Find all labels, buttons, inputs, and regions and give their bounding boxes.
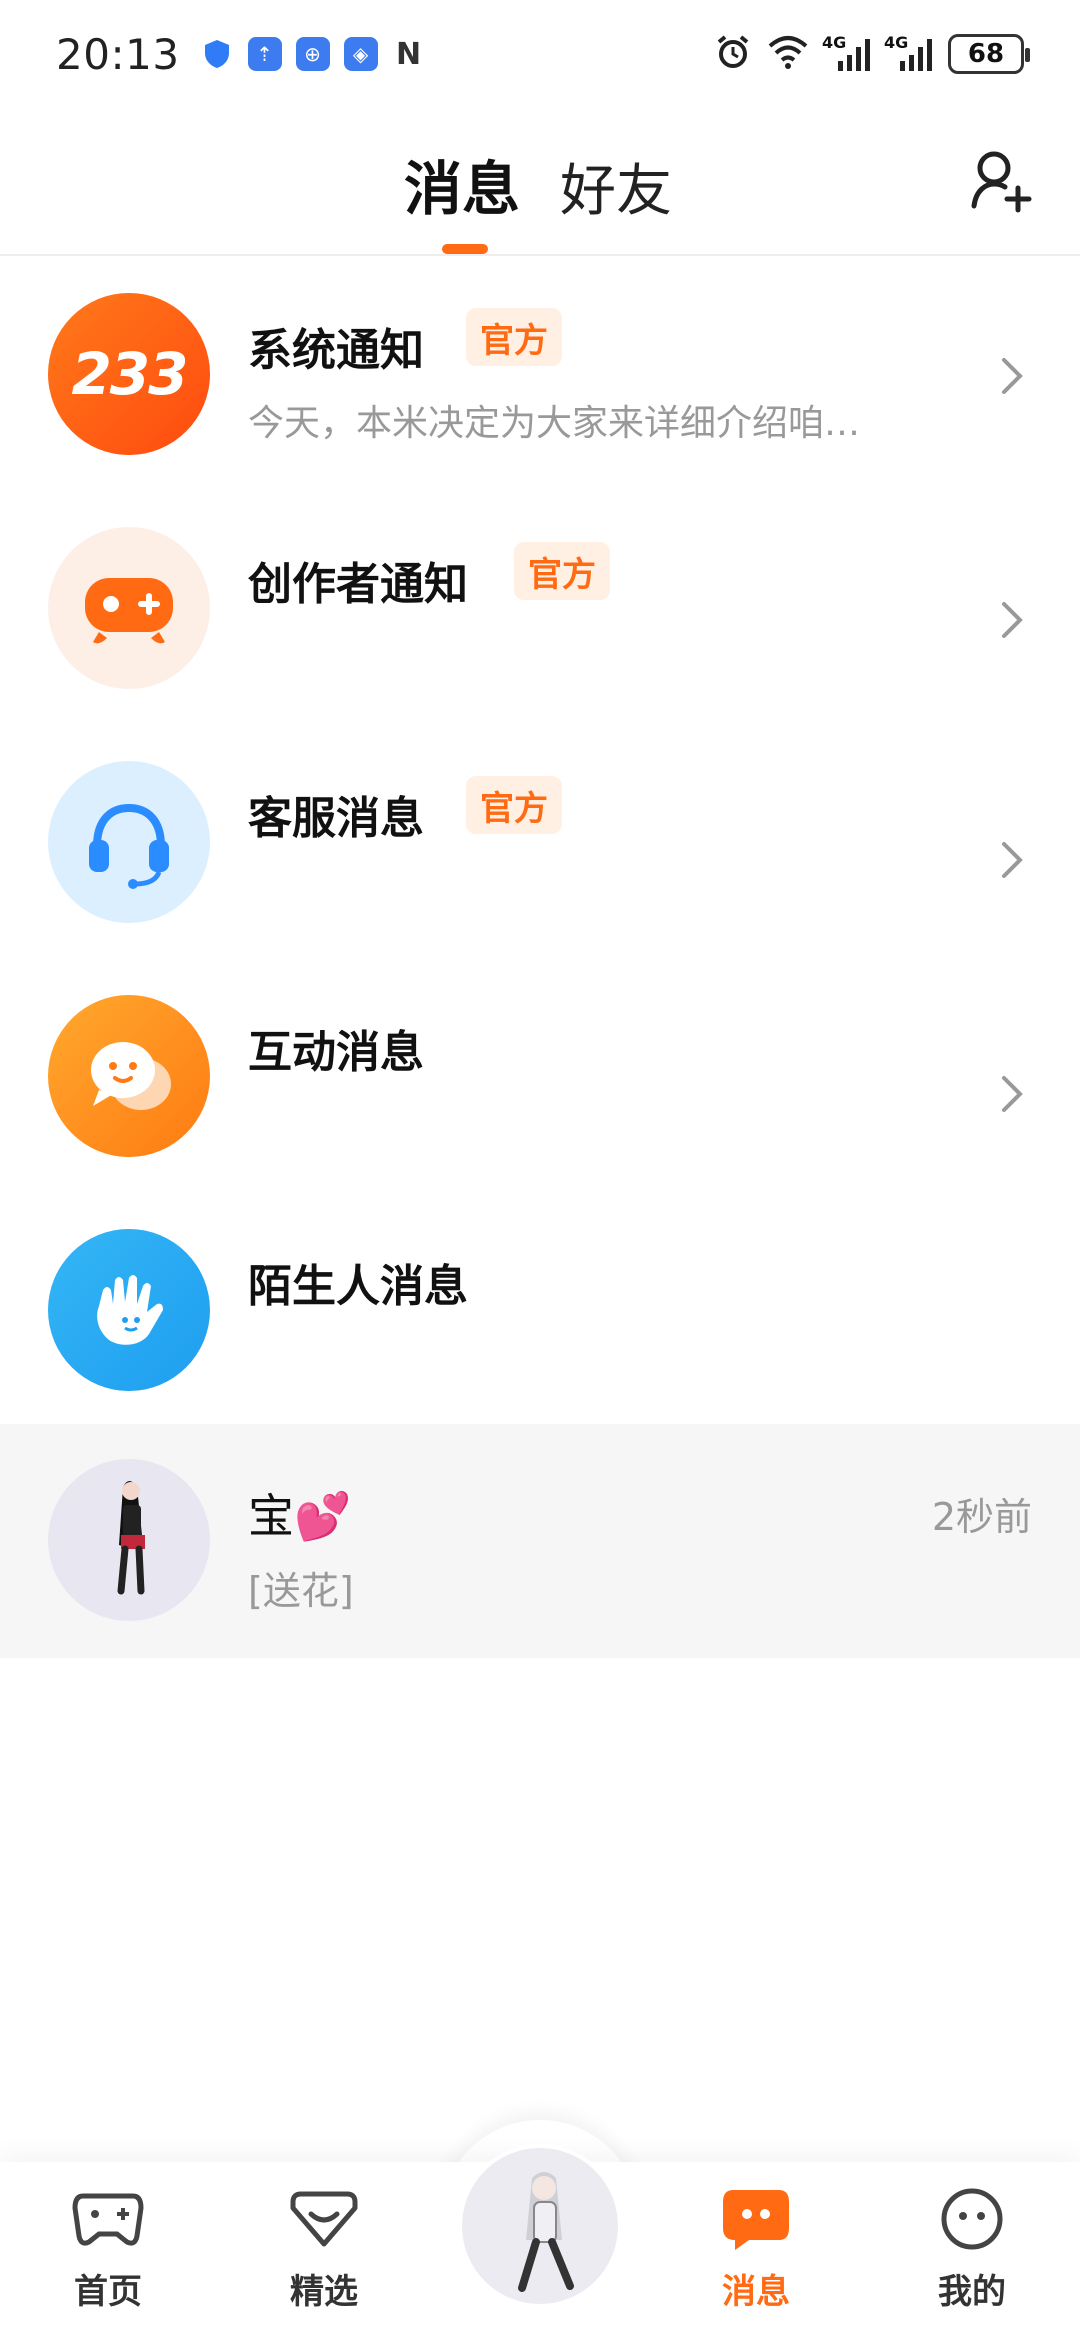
headset-icon (48, 761, 210, 923)
list-item-title: 陌生人消息 (248, 1261, 468, 1312)
signal-2-label: 4G (884, 33, 909, 52)
list-item-interaction[interactable]: 互动消息 (0, 960, 1080, 1194)
app-icon: ◈ (343, 37, 378, 71)
chevron-right-icon (1002, 602, 1023, 638)
chat-name: 宝💕 (248, 1489, 352, 1543)
status-time: 20:13 (56, 29, 180, 79)
signal-1-label: 4G (822, 33, 847, 52)
list-item-customer-service[interactable]: 客服消息 官方 (0, 726, 1080, 960)
nav-mine[interactable]: 我的 (912, 2188, 1032, 2313)
list-item-title: 客服消息 (248, 793, 424, 844)
nav-home[interactable]: 首页 (48, 2188, 168, 2313)
tab-indicator (442, 244, 488, 254)
avatar (48, 1459, 210, 1621)
chevron-right-icon (1002, 358, 1023, 394)
nfc-icon: N (395, 36, 422, 72)
alarm-icon (714, 33, 752, 75)
chevron-right-icon (1002, 842, 1023, 878)
nav-messages[interactable]: 消息 (696, 2188, 816, 2313)
nav-featured[interactable]: 精选 (264, 2188, 384, 2313)
nav-messages-label: 消息 (722, 2272, 790, 2312)
status-system-icons: 4G 4G 68 (714, 33, 1030, 75)
tab-friends[interactable]: 好友 (560, 146, 672, 227)
list-item-title: 创作者通知 (248, 559, 468, 610)
shield-icon (200, 37, 234, 71)
header: 消息 好友 (0, 108, 1080, 256)
battery-indicator: 68 (948, 34, 1030, 74)
hand-icon (48, 1229, 210, 1391)
official-badge: 官方 (466, 308, 562, 366)
signal-1-icon: 4G (822, 33, 872, 71)
nav-home-label: 首页 (74, 2272, 142, 2312)
heart-badge-icon (290, 2191, 358, 2247)
status-notification-icons: ⇡ ⊕ ◈ N (200, 36, 426, 72)
upload-icon: ⇡ (247, 37, 282, 71)
list-item-title: 系统通知 (248, 325, 424, 376)
official-badge: 官方 (466, 776, 562, 834)
233-logo-icon: 233 (48, 293, 210, 455)
list-item-creator-notice[interactable]: 创作者通知 官方 (0, 492, 1080, 726)
globe-icon: ⊕ (295, 37, 330, 71)
chevron-right-icon (1002, 1076, 1023, 1112)
nav-avatar-button[interactable] (458, 2144, 622, 2308)
list-item-title: 互动消息 (248, 1027, 424, 1078)
chat-bubble-icon (48, 995, 210, 1157)
wifi-icon (766, 34, 810, 74)
status-bar: 20:13 ⇡ ⊕ ◈ N 4G 4G 68 (0, 0, 1080, 108)
avatar-text: 233 (71, 340, 188, 408)
chat-time: 2秒前 (931, 1495, 1032, 1539)
battery-level: 68 (967, 39, 1005, 69)
chat-item[interactable]: 宝💕 [送花] 2秒前 (0, 1424, 1080, 1658)
face-icon (941, 2188, 1003, 2250)
gamepad-icon (72, 2193, 144, 2246)
nav-featured-label: 精选 (290, 2272, 358, 2312)
list-item-system-notice[interactable]: 233 系统通知 官方 今天，本米决定为大家来详细介绍咱… (0, 258, 1080, 492)
list-item-preview: 今天，本米决定为大家来详细介绍咱… (248, 403, 861, 444)
official-badge: 官方 (514, 542, 610, 600)
chat-last-message: [送花] (248, 1569, 354, 1613)
gamepad-icon (48, 527, 210, 689)
message-icon (723, 2190, 789, 2250)
add-user-icon (971, 151, 1032, 213)
tab-messages[interactable]: 消息 (404, 142, 520, 226)
add-friend-button[interactable] (966, 144, 1038, 216)
nav-mine-label: 我的 (938, 2272, 1006, 2312)
signal-2-icon: 4G (884, 33, 934, 71)
list-item-strangers[interactable]: 陌生人消息 (0, 1194, 1080, 1428)
